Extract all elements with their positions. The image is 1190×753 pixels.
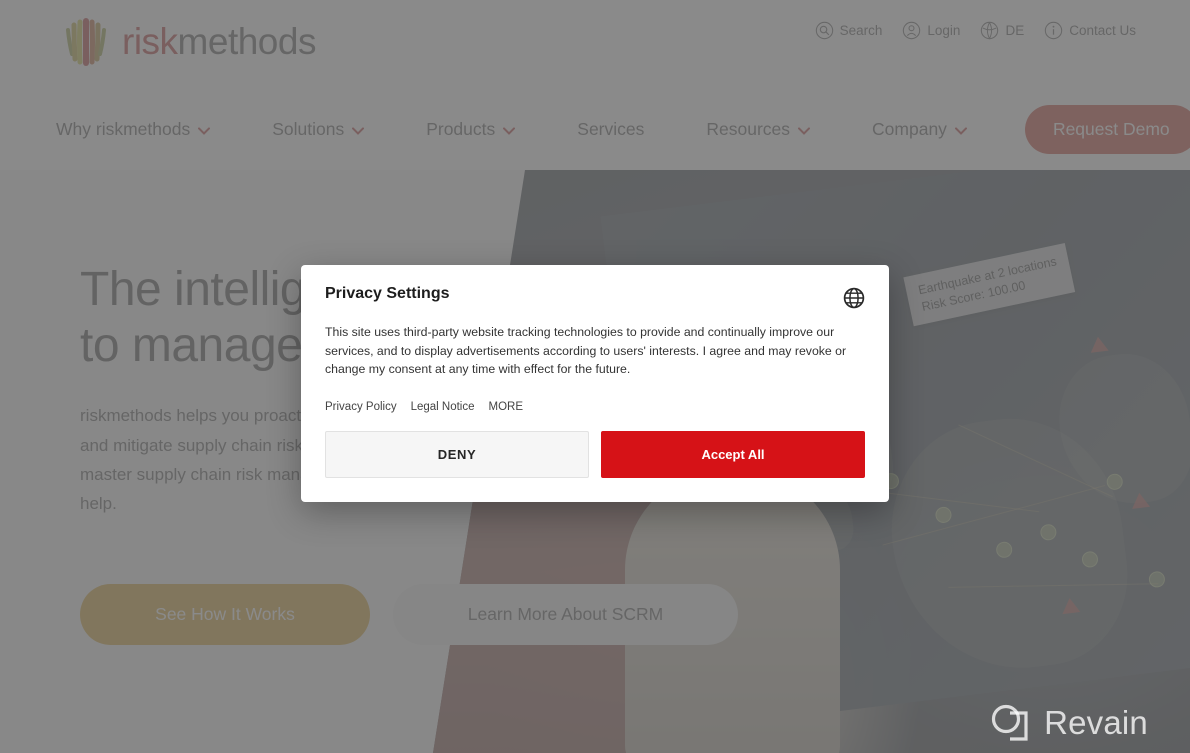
utility-item-login[interactable]: Login xyxy=(902,21,960,40)
nav-item-why-riskmethods[interactable]: Why riskmethods xyxy=(56,118,211,140)
nav-item-services[interactable]: Services xyxy=(577,119,644,140)
site-logo[interactable]: riskmethods xyxy=(60,16,316,68)
globe-icon xyxy=(980,21,999,40)
chevron-down-icon xyxy=(798,124,811,137)
utility-label-contact: Contact Us xyxy=(1069,23,1136,38)
see-how-it-works-button[interactable]: See How It Works xyxy=(80,584,370,645)
more-link[interactable]: MORE xyxy=(489,401,524,413)
privacy-dialog-text: This site uses third-party website track… xyxy=(325,325,847,377)
accept-all-button[interactable]: Accept All xyxy=(601,431,865,479)
privacy-policy-link[interactable]: Privacy Policy xyxy=(325,401,397,413)
chevron-down-icon xyxy=(503,124,516,137)
nav-item-solutions[interactable]: Solutions xyxy=(272,118,365,140)
learn-more-about-scrm-button[interactable]: Learn More About SCRM xyxy=(393,584,738,645)
logo-word-risk: risk xyxy=(122,21,178,62)
globe-stripes-logo-icon xyxy=(60,16,112,68)
logo-word-methods: methods xyxy=(177,21,317,62)
hero-cta-group: See How It Works Learn More About SCRM xyxy=(80,584,738,645)
privacy-settings-dialog: Privacy Settings This site uses third-pa… xyxy=(301,265,889,503)
nav-item-products[interactable]: Products xyxy=(426,118,516,140)
nav-label-services: Services xyxy=(577,118,645,139)
request-demo-button[interactable]: Request Demo xyxy=(1024,104,1190,154)
utility-label-search: Search xyxy=(839,23,883,38)
search-icon xyxy=(815,21,834,40)
chevron-down-icon xyxy=(198,124,211,137)
revain-watermark: Revain xyxy=(988,701,1148,745)
deny-button[interactable]: DENY xyxy=(325,431,589,479)
privacy-dialog-title: Privacy Settings xyxy=(325,285,450,302)
info-icon xyxy=(1044,21,1063,40)
main-nav: Why riskmethods Solutions Products Servi… xyxy=(56,104,1190,154)
chevron-down-icon xyxy=(352,124,365,137)
revain-watermark-label: Revain xyxy=(1044,704,1148,741)
user-icon xyxy=(902,21,921,40)
nav-label-resources: Resources xyxy=(706,118,791,139)
utility-nav: Search Login DE Contact Us xyxy=(815,21,1136,40)
utility-item-contact[interactable]: Contact Us xyxy=(1044,21,1136,40)
utility-label-login: Login xyxy=(927,23,961,38)
nav-label-why-riskmethods: Why riskmethods xyxy=(56,118,191,139)
site-header: riskmethods Search Login DE Contact Us W… xyxy=(0,0,1190,170)
nav-item-resources[interactable]: Resources xyxy=(706,118,811,140)
globe-icon[interactable] xyxy=(843,287,865,309)
map-alert-icon xyxy=(1088,335,1109,353)
map-alert-icon xyxy=(1130,491,1151,509)
nav-label-products: Products xyxy=(426,118,496,139)
chevron-down-icon xyxy=(954,124,967,137)
map-callout: Earthquake at 2 locations Risk Score: 10… xyxy=(903,243,1076,326)
privacy-dialog-body: Privacy Settings This site uses third-pa… xyxy=(301,265,889,413)
utility-label-language: DE xyxy=(1005,23,1025,38)
revain-logo-icon xyxy=(988,701,1032,745)
page-root: riskmethods Search Login DE Contact Us W… xyxy=(0,0,1190,753)
utility-item-search[interactable]: Search xyxy=(815,21,883,40)
map-pin xyxy=(1148,570,1166,589)
privacy-dialog-actions: DENY Accept All xyxy=(301,431,889,502)
map-alert-icon xyxy=(1060,597,1081,615)
utility-item-language[interactable]: DE xyxy=(980,21,1024,40)
nav-item-company[interactable]: Company xyxy=(872,119,967,140)
nav-label-company: Company xyxy=(872,118,947,139)
privacy-dialog-header: Privacy Settings xyxy=(325,285,865,309)
logo-wordmark: riskmethods xyxy=(122,21,316,63)
privacy-dialog-links: Privacy Policy Legal Notice MORE xyxy=(325,401,865,413)
nav-label-solutions: Solutions xyxy=(272,118,345,139)
legal-notice-link[interactable]: Legal Notice xyxy=(411,401,475,413)
